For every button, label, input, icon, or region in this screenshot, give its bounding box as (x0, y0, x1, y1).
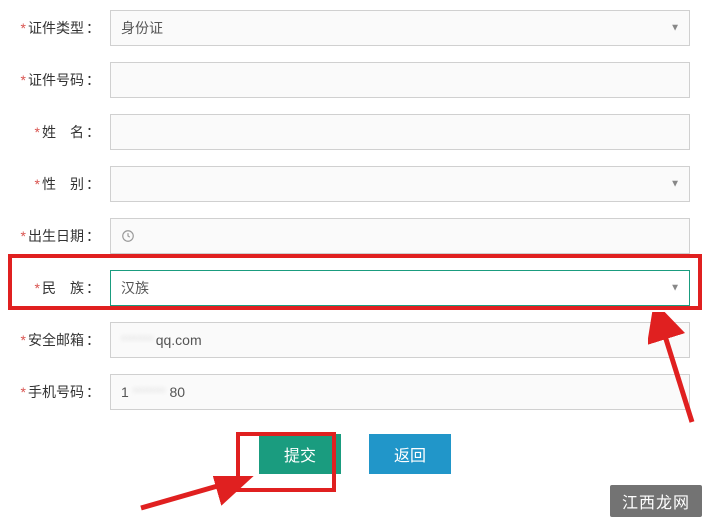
required-asterisk: * (35, 280, 40, 296)
birth-date-input[interactable] (110, 218, 690, 254)
label-text: 证件类型 (28, 18, 84, 38)
id-type-label: * 证件类型 ： (20, 18, 110, 38)
button-row: 提交 返回 (20, 434, 690, 474)
id-type-row: * 证件类型 ： 身份证 ▼ (20, 10, 690, 46)
id-type-input-cell: 身份证 ▼ (110, 10, 690, 46)
label-text: 手机号码 (28, 382, 84, 402)
ethnicity-label: * 民 族 ： (20, 278, 110, 298)
phone-label: * 手机号码 ： (20, 382, 110, 402)
id-number-row: * 证件号码 ： (20, 62, 690, 98)
required-asterisk: * (21, 228, 26, 244)
colon: ： (86, 70, 100, 90)
email-input-cell: ****** qq.com (110, 322, 690, 358)
name-label: * 姓 名 ： (20, 122, 110, 142)
ethnicity-input-cell: 汉族 ▼ (110, 270, 690, 306)
phone-row: * 手机号码 ： 1 ****** 80 (20, 374, 690, 410)
label-text: 民 族 (42, 278, 84, 298)
phone-input[interactable]: 1 ****** 80 (110, 374, 690, 410)
label-text: 证件号码 (28, 70, 84, 90)
label-text: 姓 名 (42, 122, 84, 142)
email-label: * 安全邮箱 ： (20, 330, 110, 350)
gender-row: * 性 别 ： ▼ (20, 166, 690, 202)
required-asterisk: * (21, 332, 26, 348)
colon: ： (86, 330, 100, 350)
label-text: 安全邮箱 (28, 330, 84, 350)
id-number-input[interactable] (110, 62, 690, 98)
birth-date-input-cell (110, 218, 690, 254)
label-text: 出生日期 (28, 226, 84, 246)
required-asterisk: * (35, 176, 40, 192)
colon: ： (86, 174, 100, 194)
clock-icon (121, 229, 135, 243)
id-number-label: * 证件号码 ： (20, 70, 110, 90)
id-number-input-cell (110, 62, 690, 98)
gender-select[interactable] (110, 166, 690, 202)
registration-form: * 证件类型 ： 身份证 ▼ * 证件号码 ： * 姓 名 ： (0, 0, 710, 484)
email-row: * 安全邮箱 ： ****** qq.com (20, 322, 690, 358)
label-text: 性 别 (42, 174, 84, 194)
email-masked: ****** (121, 332, 154, 348)
birth-date-label: * 出生日期 ： (20, 226, 110, 246)
ethnicity-row: * 民 族 ： 汉族 ▼ (20, 270, 690, 306)
colon: ： (86, 18, 100, 38)
email-suffix: qq.com (156, 332, 202, 348)
colon: ： (86, 122, 100, 142)
gender-input-cell: ▼ (110, 166, 690, 202)
required-asterisk: * (35, 124, 40, 140)
email-input[interactable]: ****** qq.com (110, 322, 690, 358)
colon: ： (86, 278, 100, 298)
name-input-cell (110, 114, 690, 150)
birth-date-row: * 出生日期 ： (20, 218, 690, 254)
phone-masked: ****** (133, 384, 166, 400)
name-input[interactable] (110, 114, 690, 150)
id-type-select[interactable]: 身份证 (110, 10, 690, 46)
phone-suffix: 80 (170, 384, 186, 400)
watermark: 江西龙网 (610, 485, 702, 517)
name-row: * 姓 名 ： (20, 114, 690, 150)
select-wrapper: 身份证 ▼ (110, 10, 690, 46)
colon: ： (86, 226, 100, 246)
back-button[interactable]: 返回 (369, 434, 451, 474)
required-asterisk: * (21, 384, 26, 400)
colon: ： (86, 382, 100, 402)
gender-label: * 性 别 ： (20, 174, 110, 194)
select-wrapper: ▼ (110, 166, 690, 202)
submit-button[interactable]: 提交 (259, 434, 341, 474)
required-asterisk: * (21, 20, 26, 36)
phone-prefix: 1 (121, 384, 129, 400)
select-wrapper: 汉族 ▼ (110, 270, 690, 306)
required-asterisk: * (21, 72, 26, 88)
ethnicity-select[interactable]: 汉族 (110, 270, 690, 306)
phone-input-cell: 1 ****** 80 (110, 374, 690, 410)
